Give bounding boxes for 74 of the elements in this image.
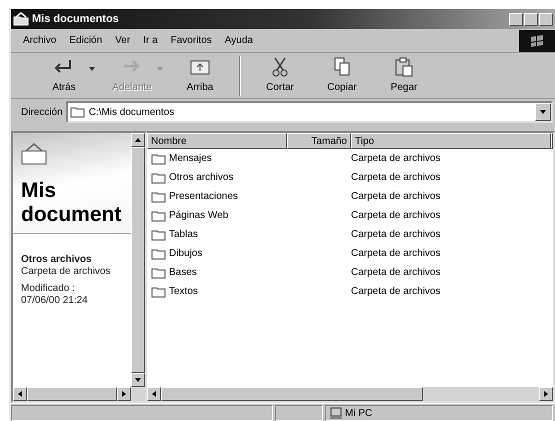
close-button[interactable]	[539, 12, 553, 26]
folder-icon	[151, 152, 166, 165]
menu-item[interactable]: Archivo	[23, 33, 56, 48]
menu-item[interactable]: Ir a	[143, 33, 158, 48]
toolbar-button[interactable]: Atrás	[33, 54, 95, 97]
menu-item[interactable]: Favoritos	[170, 33, 212, 48]
minimize-button[interactable]	[509, 12, 523, 26]
file-name[interactable]: Páginas Web	[169, 208, 228, 223]
folder-icon	[13, 12, 29, 26]
down-arrow-icon	[135, 378, 141, 382]
right-arrow-icon	[122, 391, 126, 397]
file-name[interactable]: Otros archivos	[169, 170, 234, 185]
horizontal-scrollbar[interactable]	[13, 387, 145, 401]
scroll-thumb[interactable]	[27, 387, 117, 401]
file-type: Carpeta de archivos	[350, 190, 440, 204]
menu-item[interactable]: Edición	[69, 33, 102, 48]
caret-icon	[540, 110, 546, 114]
menu-item[interactable]: Ayuda	[224, 33, 253, 48]
up-arrow-icon	[135, 138, 141, 142]
status-location: Mi PC	[345, 406, 372, 420]
folder-icon	[151, 285, 166, 298]
left-arrow-icon	[152, 391, 156, 397]
column-header[interactable]: Tamaño	[287, 133, 351, 149]
file-name[interactable]: Mensajes	[169, 151, 212, 166]
file-type: Carpeta de archivos	[350, 285, 440, 299]
file-name[interactable]: Bases	[169, 265, 197, 280]
toolbar-button[interactable]: Copiar	[311, 54, 373, 97]
column-header[interactable]: Nombre	[147, 133, 287, 149]
scroll-left-button[interactable]	[147, 387, 161, 401]
toolbar-button[interactable]: Pegar	[373, 54, 435, 97]
folder-icon	[151, 209, 166, 222]
file-type: Carpeta de archivos	[350, 209, 440, 223]
file-type: Carpeta de archivos	[350, 171, 440, 185]
modified-date: 07/06/00 21:24	[21, 295, 89, 308]
scroll-up-button[interactable]	[131, 133, 145, 147]
scroll-left-button[interactable]	[13, 387, 27, 401]
maximize-button[interactable]	[524, 12, 538, 26]
window-title: Mis documentos	[32, 12, 119, 27]
file-type: Carpeta de archivos	[350, 247, 440, 261]
file-type: Carpeta de archivos	[350, 266, 440, 280]
file-type: Carpeta de archivos	[350, 152, 440, 166]
scroll-right-button[interactable]	[539, 387, 553, 401]
folder-icon	[151, 228, 166, 241]
scroll-down-button[interactable]	[131, 373, 145, 387]
file-name[interactable]: Dibujos	[169, 246, 202, 261]
scroll-thumb[interactable]	[161, 387, 423, 401]
dropdown-caret-icon[interactable]	[89, 66, 95, 70]
scroll-right-button[interactable]	[117, 387, 131, 401]
item-type: Carpeta de archivos	[21, 266, 112, 278]
folder-icon	[21, 143, 47, 165]
folder-icon	[151, 171, 166, 184]
horizontal-scrollbar[interactable]	[147, 387, 553, 401]
file-name[interactable]: Presentaciones	[169, 189, 238, 204]
left-arrow-icon	[18, 391, 22, 397]
folder-icon	[151, 190, 166, 203]
file-name[interactable]: Textos	[169, 284, 198, 299]
column-header[interactable]: Tipo	[351, 133, 551, 149]
folder-icon	[151, 266, 166, 279]
menu-item[interactable]: Ver	[115, 33, 130, 48]
folder-icon	[70, 105, 86, 119]
address-label: Dirección	[21, 106, 63, 120]
flag-icon	[530, 34, 544, 46]
panel-title: Mis document	[21, 179, 122, 228]
toolbar-button[interactable]: Arriba	[169, 54, 231, 97]
dropdown-button[interactable]	[535, 103, 551, 121]
folder-icon	[151, 247, 166, 260]
item-name: Otros archivos	[21, 254, 93, 266]
file-name[interactable]: Tablas	[169, 227, 198, 242]
file-type: Carpeta de archivos	[350, 228, 440, 242]
address-field[interactable]: C:\Mis documentos	[66, 101, 553, 123]
right-arrow-icon	[544, 391, 548, 397]
status-bar-panel	[275, 405, 323, 421]
modified-label: Modificado :	[21, 283, 76, 296]
toolbar-button[interactable]: Cortar	[249, 54, 311, 97]
